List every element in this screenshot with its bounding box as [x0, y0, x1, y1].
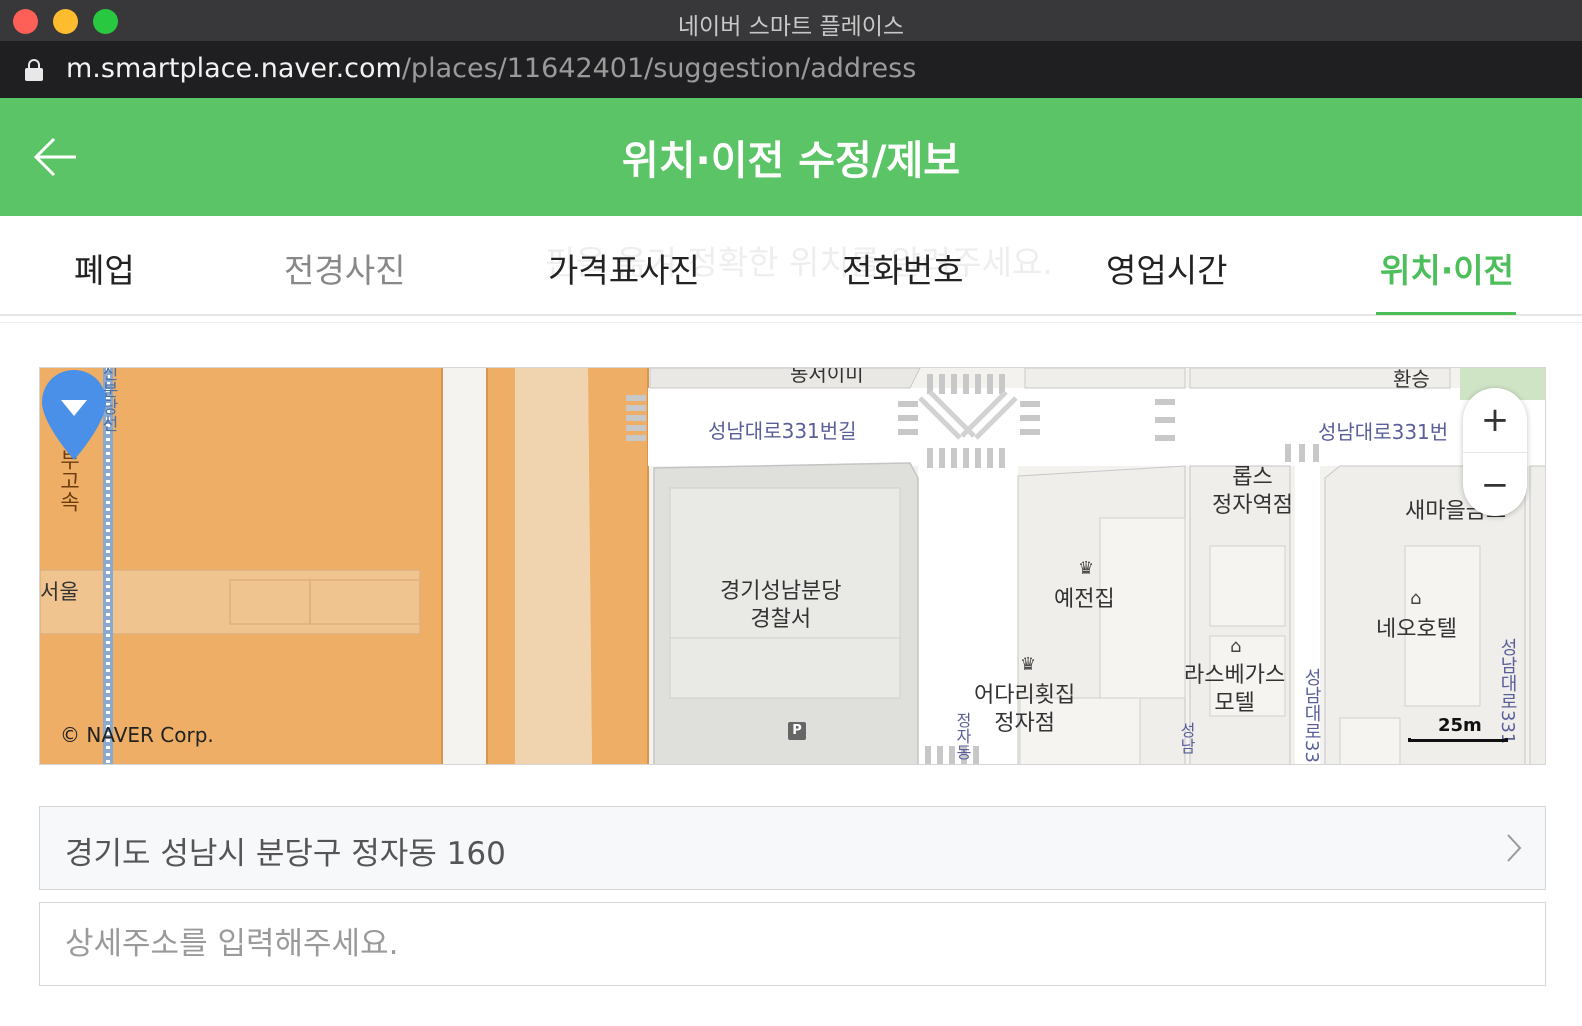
window-titlebar: 네이버 스마트 플레이스	[0, 0, 1582, 42]
location-pin-icon[interactable]	[40, 368, 108, 464]
url-host: m.smartplace.naver.com	[66, 53, 402, 84]
map-label-lotte: 롭스 정자역점	[1212, 465, 1293, 518]
detail-address-input[interactable]	[39, 902, 1546, 986]
map-label-top: 동서이미	[790, 367, 864, 386]
zoom-control: + −	[1463, 388, 1527, 516]
tab-bar: 핀을 옮겨 정확한 위치를 알려주세요. 폐업 전경사진 가격표사진 전화번호 …	[0, 216, 1582, 316]
parking-icon: P	[788, 722, 806, 740]
road-label-vertical-1: 성남대로331번길	[1301, 668, 1322, 765]
tab-price-photo[interactable]: 가격표사진	[548, 244, 700, 292]
map-label-police: 경기성남분당 경찰서	[720, 579, 842, 632]
map-scale: 25m	[1408, 715, 1508, 742]
road-label-1: 성남대로331번길	[708, 419, 857, 443]
road-label-vertical-3: 정자동	[953, 712, 972, 760]
map-label-neo: 네오호텔	[1376, 617, 1457, 642]
hotel-icon: ⌂	[1410, 588, 1422, 609]
chevron-right-icon	[1507, 834, 1522, 862]
active-tab-indicator	[1376, 312, 1516, 315]
url-path: /places/11642401/suggestion/address	[401, 53, 917, 84]
map-label-transfer: 환승	[1393, 367, 1430, 391]
window-title: 네이버 스마트 플레이스	[677, 14, 905, 40]
restaurant-icon: ♛	[1020, 654, 1037, 675]
page-title: 위치·이전 수정/제보	[621, 138, 961, 184]
map-view[interactable]: 동서이미 환승 성남대로331번길 성남대로331번 경부고속 신분당선 서울 …	[39, 367, 1546, 765]
address-select[interactable]: 경기도 성남시 분당구 정자동 160	[39, 806, 1546, 890]
address-value: 경기도 성남시 분당구 정자동 160	[65, 836, 506, 872]
scale-label: 25m	[1438, 715, 1482, 736]
scale-bar	[1408, 738, 1508, 742]
zoom-in-button[interactable]: +	[1463, 388, 1527, 452]
tab-hours[interactable]: 영업시간	[1106, 244, 1227, 292]
tab-phone[interactable]: 전화번호	[842, 244, 963, 292]
road-label-vertical-4: 성남	[1177, 722, 1196, 754]
map-label-seoul: 서울	[40, 580, 79, 604]
lock-icon	[25, 59, 43, 81]
divider	[0, 322, 1582, 323]
zoom-out-button[interactable]: −	[1463, 452, 1527, 516]
road-label-2: 성남대로331번	[1318, 420, 1449, 444]
tab-location[interactable]: 위치·이전	[1380, 244, 1514, 292]
tab-closure[interactable]: 폐업	[74, 244, 135, 292]
map-label-lasvegas: 라스베가스 모텔	[1184, 663, 1286, 716]
url-text[interactable]: m.smartplace.naver.com/places/11642401/s…	[66, 53, 916, 84]
app-header: 위치·이전 수정/제보	[0, 98, 1582, 216]
tab-exterior-photo[interactable]: 전경사진	[284, 244, 405, 292]
address-bar[interactable]: m.smartplace.naver.com/places/11642401/s…	[0, 42, 1582, 98]
hotel-icon: ⌂	[1230, 636, 1242, 657]
restaurant-icon: ♛	[1078, 558, 1095, 579]
map-copyright: © NAVER Corp.	[60, 723, 214, 747]
map-label-yejeonjip: 예전집	[1054, 587, 1115, 612]
map-label-eodari: 어다리횟집 정자점	[974, 683, 1076, 736]
